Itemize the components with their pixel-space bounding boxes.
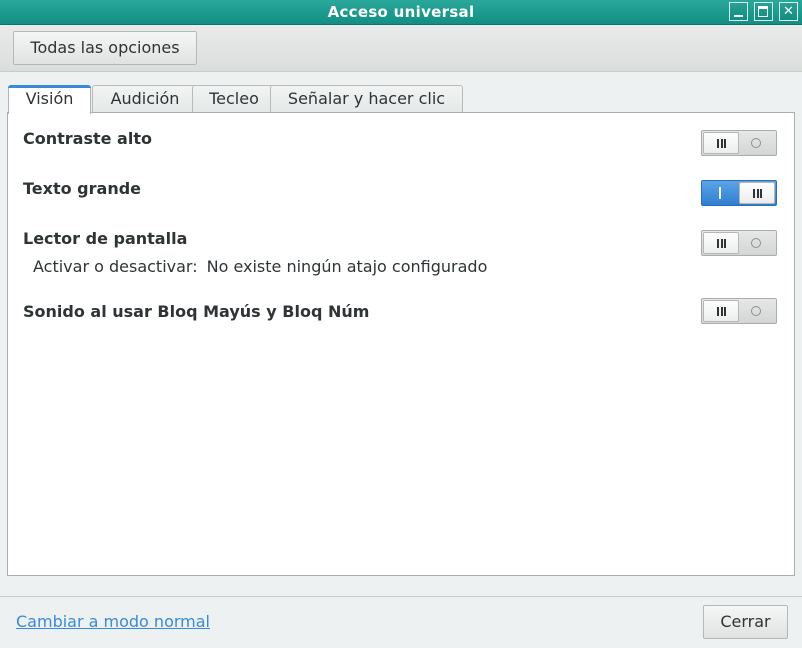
screen-reader-switch[interactable]: [701, 230, 777, 256]
large-text-switch[interactable]: [701, 180, 777, 206]
switch-knob: [703, 232, 739, 254]
off-indicator-icon: [751, 238, 761, 248]
high-contrast-label: Contraste alto: [23, 129, 152, 148]
footer-bar: Cambiar a modo normal Cerrar: [0, 596, 802, 648]
universal-access-window: Acceso universal ✕ Todas las opciones Vi…: [0, 0, 802, 648]
tab-hearing[interactable]: Audición: [92, 85, 198, 113]
toggle-keys-label: Sonido al usar Bloq Mayús y Bloq Núm: [23, 302, 370, 321]
grip-icon: [753, 189, 762, 198]
switch-knob: [703, 132, 739, 154]
vision-panel: Contraste alto Texto grande Lector de pa…: [7, 112, 795, 576]
switch-knob: [739, 182, 775, 204]
grip-icon: [717, 307, 726, 316]
all-settings-button[interactable]: Todas las opciones: [13, 31, 197, 65]
grip-icon: [717, 139, 726, 148]
shortcut-label: Activar o desactivar:: [33, 257, 198, 276]
grip-icon: [717, 239, 726, 248]
tab-vision[interactable]: Visión: [8, 85, 91, 114]
off-indicator-icon: [751, 306, 761, 316]
large-text-label: Texto grande: [23, 179, 142, 198]
tab-typing[interactable]: Tecleo: [192, 85, 276, 113]
high-contrast-switch[interactable]: [701, 130, 777, 156]
close-button[interactable]: Cerrar: [703, 605, 788, 639]
switch-knob: [703, 300, 739, 322]
tab-pointing-clicking[interactable]: Señalar y hacer clic: [270, 85, 463, 113]
title-bar[interactable]: Acceso universal ✕: [0, 0, 802, 25]
switch-to-normal-mode-link[interactable]: Cambiar a modo normal: [16, 612, 210, 631]
header-bar: Todas las opciones: [0, 25, 802, 72]
toggle-keys-switch[interactable]: [701, 298, 777, 324]
off-indicator-icon: [751, 138, 761, 148]
on-indicator-icon: [719, 187, 721, 199]
screen-reader-shortcut: Activar o desactivar: No existe ningún at…: [33, 257, 487, 276]
close-icon[interactable]: ✕: [779, 2, 798, 21]
screen-reader-label: Lector de pantalla: [23, 229, 188, 248]
shortcut-value: No existe ningún atajo configurado: [206, 257, 488, 276]
minimize-icon[interactable]: [729, 2, 748, 21]
window-title: Acceso universal: [327, 3, 475, 21]
maximize-icon[interactable]: [754, 2, 773, 21]
